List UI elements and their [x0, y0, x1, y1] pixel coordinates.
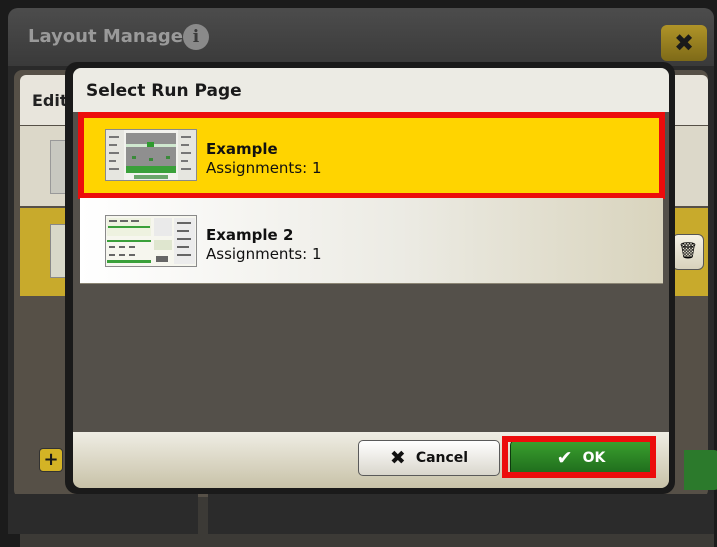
run-page-preview-icon: [106, 130, 196, 180]
run-page-name: Example: [206, 140, 278, 158]
run-page-thumbnail: [105, 129, 197, 181]
run-page-preview-icon: [106, 216, 196, 266]
info-icon[interactable]: i: [183, 24, 209, 50]
cancel-button-label: Cancel: [415, 450, 469, 466]
cancel-button[interactable]: ✖ Cancel: [358, 440, 500, 476]
dialog-header: Select Run Page: [73, 68, 669, 112]
select-run-page-dialog: Select Run Page Example Assignments: 1 E…: [73, 68, 669, 488]
run-page-item-example[interactable]: Example Assignments: 1: [78, 112, 665, 199]
run-page-name: Example 2: [206, 226, 294, 244]
footer-panel-left: [8, 494, 198, 534]
tab-edit[interactable]: Edit: [32, 91, 68, 110]
close-x-icon: ✖: [389, 446, 406, 469]
run-page-list: Example Assignments: 1 Example 2 Assignm…: [78, 112, 665, 284]
run-page-thumbnail: [105, 215, 197, 267]
background-ok-button[interactable]: [684, 450, 717, 490]
run-page-assignments: Assignments: 1: [206, 245, 322, 263]
dialog-title: Select Run Page: [86, 81, 242, 101]
ok-highlight: [502, 436, 656, 478]
run-page-item-example-2[interactable]: Example 2 Assignments: 1: [80, 198, 663, 284]
footer-panel-right: [208, 494, 714, 534]
plus-icon[interactable]: +: [39, 448, 63, 472]
layout-manager-title: Layout Manager: [28, 26, 192, 47]
close-icon[interactable]: ✖: [661, 25, 707, 61]
run-page-assignments: Assignments: 1: [206, 159, 322, 177]
layout-manager-titlebar: Layout Manager i ✖: [8, 8, 714, 66]
trash-icon[interactable]: 🗑: [672, 234, 704, 270]
